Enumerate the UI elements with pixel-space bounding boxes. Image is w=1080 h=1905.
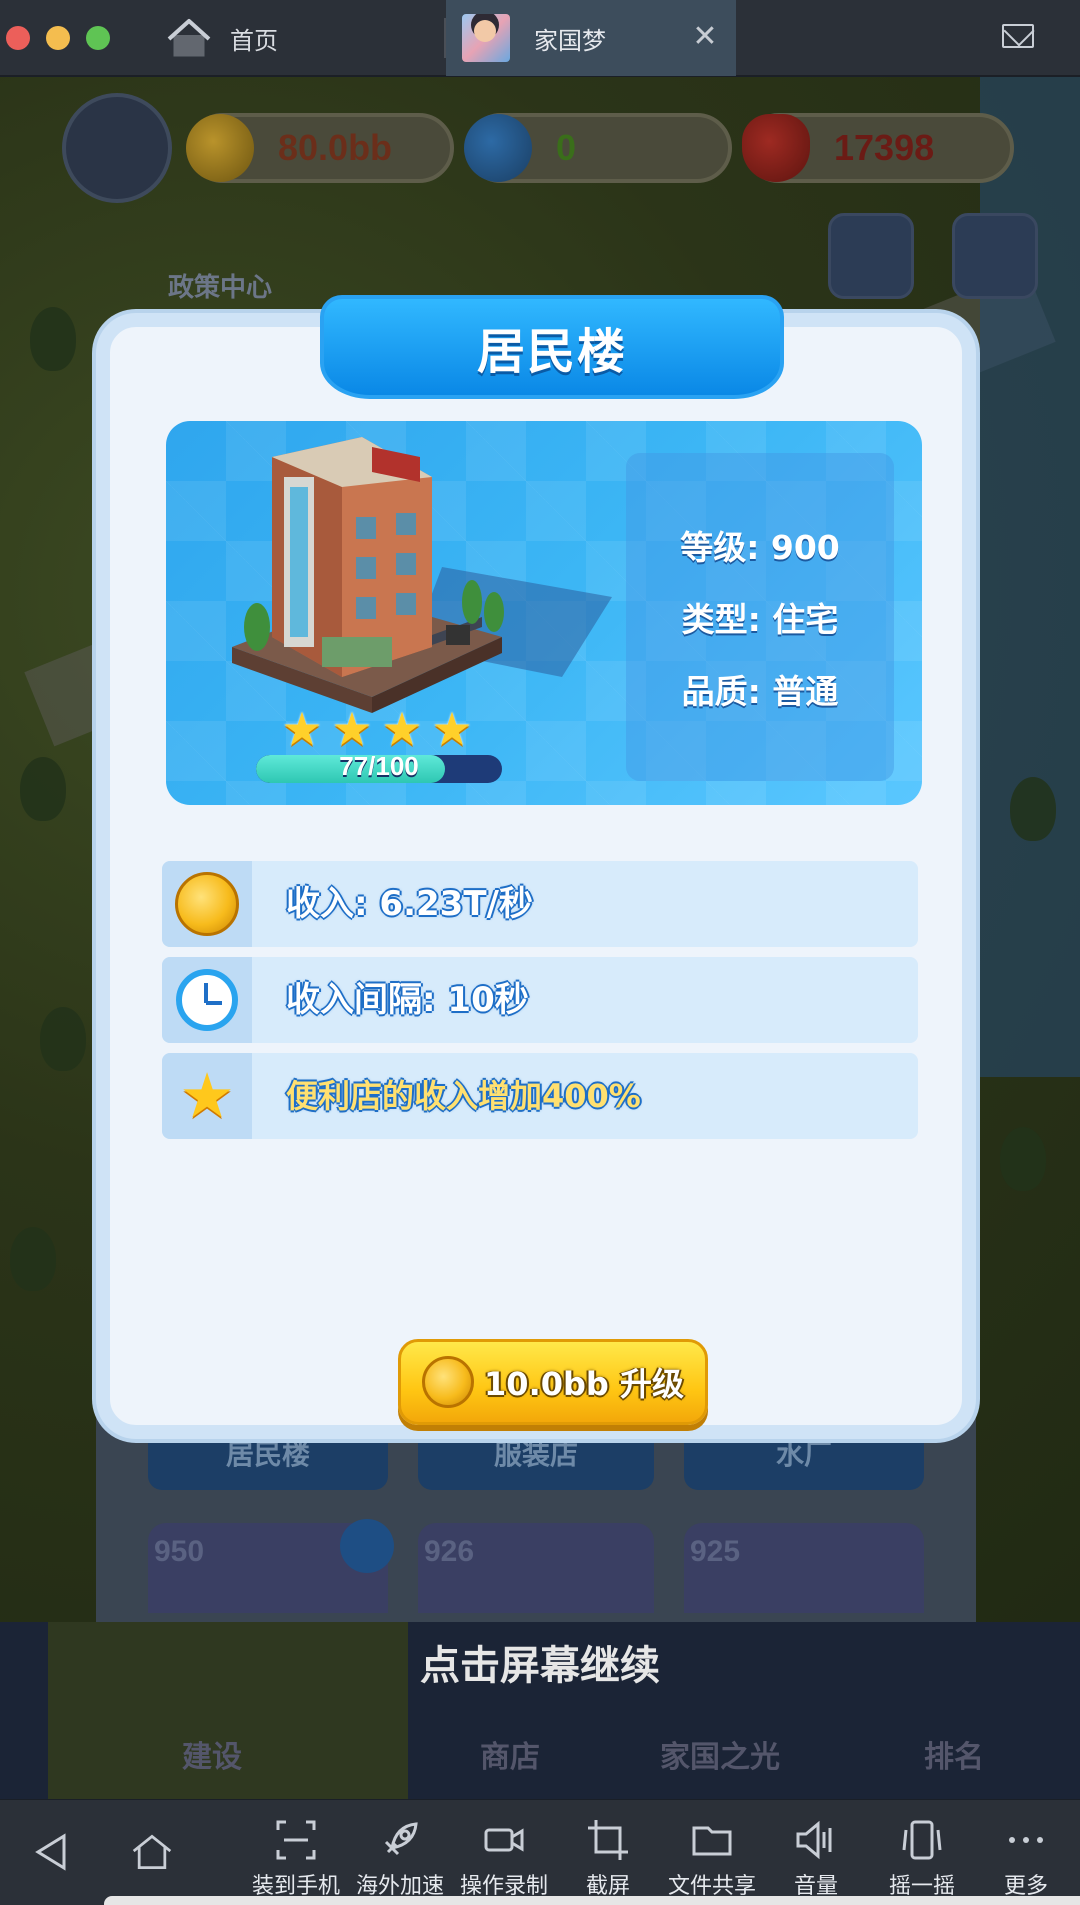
bonus-text: 便利店的收入增加400% — [286, 1077, 641, 1115]
clock-icon — [176, 969, 238, 1031]
tree-decoration — [10, 1227, 56, 1291]
install-to-phone-button[interactable]: 装到手机 — [246, 1800, 346, 1905]
tab-game[interactable]: 家国梦 ✕ — [446, 0, 736, 76]
tab-game-label: 家国梦 — [534, 26, 606, 55]
back-icon — [28, 1830, 72, 1874]
tap-to-continue[interactable]: 点击屏幕继续 — [0, 1633, 1080, 1691]
star-icon: ★ — [431, 702, 473, 756]
tab-home[interactable]: 首页 — [166, 12, 446, 64]
event-button[interactable] — [828, 213, 914, 299]
building-detail-modal: 居民楼 ★ ★ ★ ★ 77/100 等级: 900 类型: 住宅 品质: 普通… — [96, 295, 976, 1439]
tab-home-label: 首页 — [230, 26, 278, 55]
type-stat: 类型: 住宅 — [681, 600, 839, 639]
close-tab-icon[interactable]: ✕ — [688, 20, 722, 54]
tree-decoration — [1010, 777, 1056, 841]
window-bottom-strip — [104, 1896, 1080, 1905]
tree-decoration — [40, 1007, 86, 1071]
coin-counter: 80.0bb — [186, 113, 454, 183]
income-row: 收入: 6.23T/秒 — [162, 861, 918, 947]
tree-decoration — [20, 757, 66, 821]
window-title-bar: 首页 家国梦 ✕ — [0, 0, 1080, 76]
building-card-level: 925 — [690, 1535, 741, 1568]
building-card-level: 950 — [154, 1535, 205, 1568]
star-icon: ★ — [281, 702, 323, 756]
level-stat: 等级: 900 — [680, 528, 840, 567]
residential-building-illustration — [232, 437, 612, 713]
bonus-row: ★ 便利店的收入增加400% — [162, 1053, 918, 1139]
shake-icon — [900, 1818, 944, 1862]
overseas-boost-button[interactable]: 海外加速 — [350, 1800, 450, 1905]
blue-star-coin-icon — [464, 114, 532, 182]
interval-row: 收入间隔: 10秒 — [162, 957, 918, 1043]
coin-icon — [175, 872, 239, 936]
minimize-window-button[interactable] — [46, 26, 70, 50]
volume-icon — [794, 1818, 838, 1862]
star-icon: ★ — [381, 702, 423, 756]
close-window-button[interactable] — [6, 26, 30, 50]
heart-value: 17398 — [834, 127, 935, 168]
star-counter: 0 — [464, 113, 732, 183]
income-icon-cell — [162, 861, 252, 947]
star-icon: ★ — [331, 702, 373, 756]
progress-label: 77/100 — [339, 751, 419, 781]
folder-icon — [690, 1818, 734, 1862]
star-icon: ★ — [179, 1059, 235, 1132]
coin-value: 80.0bb — [278, 127, 393, 168]
screenshot-button[interactable]: 截屏 — [570, 1800, 646, 1905]
modal-title: 居民楼 — [476, 324, 627, 380]
interval-icon-cell — [162, 957, 252, 1043]
home-badge-icon — [340, 1519, 394, 1573]
rocket-button[interactable] — [952, 213, 1038, 299]
game-thumbnail — [462, 14, 510, 62]
nav-ranking-label[interactable]: 排名 — [924, 1732, 984, 1776]
heart-counter: 17398 — [742, 113, 1014, 183]
game-viewport[interactable]: 80.0bb 0 17398 政策中心 居民楼 服装店 水厂 950 926 9… — [0, 77, 1080, 1799]
policy-center-label[interactable]: 政策中心 — [168, 267, 272, 304]
maximize-window-button[interactable] — [86, 26, 110, 50]
record-icon — [482, 1818, 526, 1862]
emulator-toolbar: 装到手机 海外加速 操作录制 截屏 文件共享 音量 摇一摇 更多 — [0, 1800, 1080, 1905]
volume-button[interactable]: 音量 — [776, 1800, 856, 1905]
building-card[interactable]: 925 — [684, 1523, 924, 1613]
income-text: 收入: 6.23T/秒 — [286, 884, 533, 924]
back-button[interactable] — [26, 1800, 74, 1905]
interval-text: 收入间隔: 10秒 — [286, 980, 529, 1020]
player-avatar[interactable] — [62, 93, 172, 203]
mail-icon[interactable] — [1002, 24, 1034, 48]
more-icon — [1004, 1818, 1048, 1862]
coin-icon — [422, 1356, 475, 1408]
quality-stat: 品质: 普通 — [681, 672, 839, 711]
bonus-icon-cell: ★ — [162, 1053, 252, 1139]
record-button[interactable]: 操作录制 — [454, 1800, 554, 1905]
nav-glory-label[interactable]: 家国之光 — [660, 1732, 780, 1776]
home-icon — [130, 1830, 174, 1874]
quality-stars: ★ ★ ★ ★ — [280, 702, 474, 756]
building-info-box: ★ ★ ★ ★ 77/100 等级: 900 类型: 住宅 品质: 普通 — [166, 421, 922, 805]
crop-icon — [586, 1818, 630, 1862]
more-button[interactable]: 更多 — [996, 1800, 1056, 1905]
nav-shop-label[interactable]: 商店 — [480, 1732, 540, 1776]
tree-decoration — [1000, 1127, 1046, 1191]
shake-button[interactable]: 摇一摇 — [872, 1800, 972, 1905]
building-stats-panel: 等级: 900 类型: 住宅 品质: 普通 — [626, 453, 894, 781]
star-value: 0 — [556, 127, 577, 168]
upgrade-button-label: 10.0bb 升级 — [484, 1365, 684, 1403]
file-share-button[interactable]: 文件共享 — [662, 1800, 762, 1905]
nav-build-label[interactable]: 建设 — [182, 1732, 242, 1776]
install-to-phone-icon — [274, 1818, 318, 1862]
home-icon — [167, 19, 211, 57]
home-button[interactable] — [124, 1800, 180, 1905]
building-card-level: 926 — [424, 1535, 475, 1568]
upgrade-button[interactable]: 10.0bb 升级 — [398, 1339, 708, 1425]
modal-title-banner: 居民楼 — [320, 295, 784, 399]
heart-icon — [742, 114, 810, 182]
building-card[interactable]: 926 — [418, 1523, 654, 1613]
rocket-icon — [378, 1818, 422, 1862]
gold-coin-icon — [186, 114, 254, 182]
tree-decoration — [30, 307, 76, 371]
